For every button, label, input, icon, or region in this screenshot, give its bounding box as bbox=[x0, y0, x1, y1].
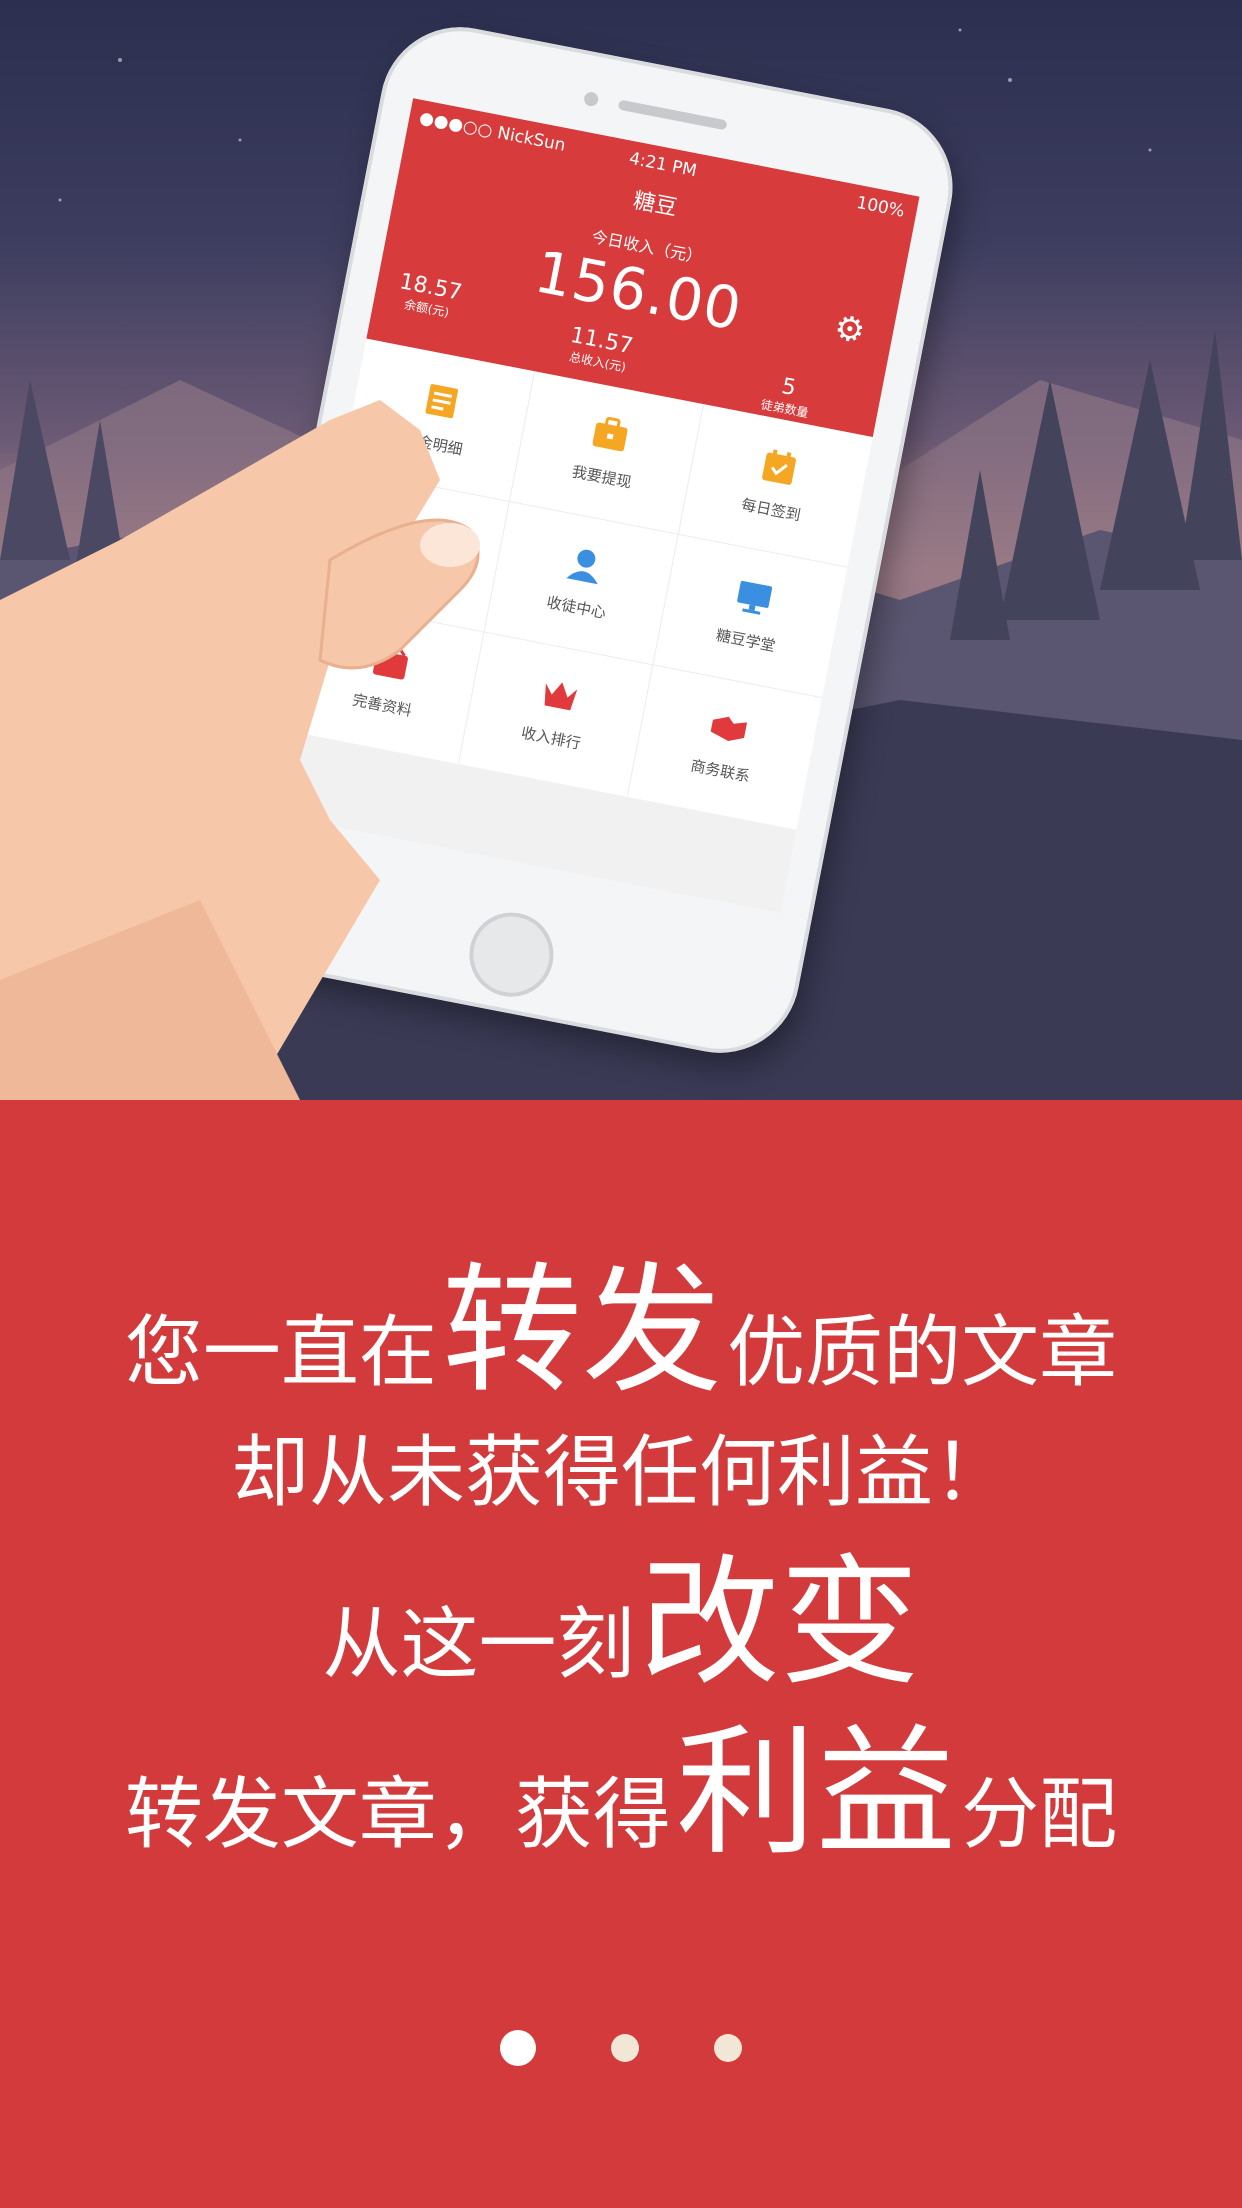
headline-line-1: 您一直在 转发 优质的文章 bbox=[0, 1218, 1242, 1420]
hero-illustration: ●●●○○ NickSun 4:21 PM 100% 糖豆 今日收入（元） 15… bbox=[0, 0, 1242, 1100]
headline-text: 优质的文章 bbox=[727, 1308, 1118, 1398]
page-dot-1[interactable] bbox=[499, 2030, 536, 2066]
headline-text: 从这一刻 bbox=[322, 1600, 635, 1690]
headline-line-2: 却从未获得任何利益！ bbox=[0, 1410, 1242, 1522]
page-dot-3[interactable] bbox=[714, 2034, 743, 2062]
headline-text: 分配 bbox=[961, 1770, 1118, 1860]
headline-line-4: 转发文章，获得 利益 分配 bbox=[0, 1680, 1242, 1882]
headline-text: 转发文章，获得 bbox=[124, 1770, 671, 1860]
headline-emphasis: 利益 bbox=[675, 1712, 956, 1875]
headline-text: 您一直在 bbox=[124, 1308, 437, 1398]
headline-emphasis: 转发 bbox=[441, 1250, 722, 1413]
page-dot-2[interactable] bbox=[611, 2034, 639, 2062]
headline-text: 却从未获得任何利益！ bbox=[230, 1428, 1011, 1518]
promo-panel: 您一直在 转发 优质的文章 却从未获得任何利益！ 从这一刻 改变 转发文章，获得… bbox=[0, 1100, 1242, 2208]
page-indicator bbox=[0, 2030, 1242, 2066]
hand-illustration bbox=[0, 400, 480, 1100]
